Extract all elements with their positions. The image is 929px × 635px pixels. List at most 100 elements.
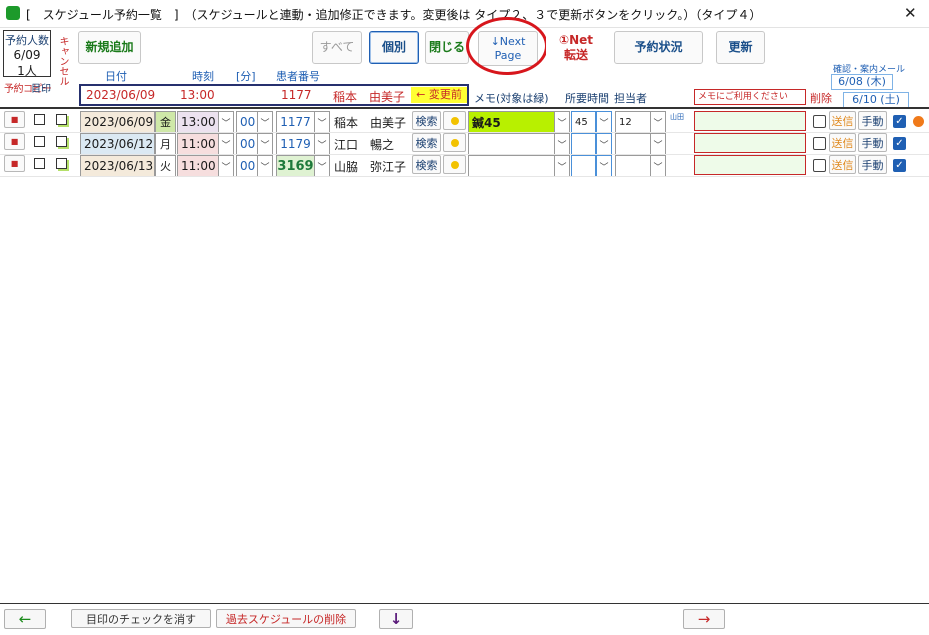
memo-input[interactable] (694, 111, 806, 131)
date-field[interactable]: 2023/06/12 (80, 133, 155, 155)
mark-checkbox[interactable] (34, 158, 45, 169)
manual-button[interactable]: 手動 (858, 155, 887, 174)
chevron-down-icon[interactable]: ﹀ (650, 155, 666, 177)
before-change-time: 13:00 (180, 88, 215, 102)
duration-select[interactable] (571, 155, 596, 177)
duration-select[interactable]: 45 (571, 111, 596, 133)
cancel-label: キャンセル (57, 36, 68, 86)
hour-select[interactable]: 13:00 (177, 111, 219, 133)
reservation-count-box: 予約人数 6/09 1人 (3, 30, 51, 78)
status-dot-button[interactable] (443, 133, 466, 152)
chevron-down-icon[interactable]: ﹀ (218, 133, 234, 155)
chevron-down-icon[interactable]: ﹀ (650, 133, 666, 155)
prev-page-button[interactable]: ← (4, 609, 46, 629)
chevron-down-icon[interactable]: ﹀ (218, 111, 234, 133)
next-page-arrow-button[interactable]: → (683, 609, 725, 629)
chevron-down-icon[interactable]: ﹀ (650, 111, 666, 133)
close-button[interactable]: 閉じる (425, 31, 469, 64)
memo-input[interactable] (694, 155, 806, 175)
cancel-checkbox[interactable] (56, 158, 67, 169)
weekday-cell: 火 (155, 155, 176, 177)
reservation-date: 6/09 (13, 48, 41, 62)
send-button[interactable]: 送信 (829, 111, 856, 130)
chevron-down-icon[interactable]: ﹀ (554, 111, 570, 133)
search-button[interactable]: 検索 (412, 133, 441, 152)
minute-select[interactable]: 00 (236, 111, 258, 133)
checked-checkbox[interactable]: ✓ (893, 115, 906, 128)
chevron-down-icon[interactable]: ﹀ (554, 133, 570, 155)
patient-number-select[interactable]: 3169 (276, 155, 315, 177)
staff-select[interactable]: 12 (615, 111, 651, 133)
chevron-down-icon[interactable]: ﹀ (257, 133, 273, 155)
manual-button[interactable]: 手動 (858, 133, 887, 152)
minute-select[interactable]: 00 (236, 133, 258, 155)
status-dot-button[interactable] (443, 111, 466, 130)
mark-checkbox[interactable] (34, 114, 45, 125)
memo-select[interactable] (468, 155, 555, 177)
staff-tag: 山田 (670, 113, 684, 121)
chevron-down-icon[interactable]: ﹀ (596, 133, 612, 155)
table-top-rule (0, 107, 929, 109)
status-dot-icon (450, 138, 459, 147)
show-all-button[interactable]: すべて (312, 31, 362, 64)
date-field[interactable]: 2023/06/13 (80, 155, 155, 177)
delete-checkbox[interactable] (813, 115, 826, 128)
cancel-checkbox[interactable] (56, 136, 67, 147)
reservation-count-label: 予約人数 (5, 34, 49, 47)
patient-number-select[interactable]: 1177 (276, 111, 315, 133)
before-change-name: 稲本 由美子 (333, 90, 406, 104)
clear-marks-button[interactable]: 目印のチェックを消す (71, 609, 211, 628)
memo-input[interactable] (694, 133, 806, 153)
staff-select[interactable] (615, 155, 651, 177)
delete-checkbox[interactable] (813, 137, 826, 150)
net-transfer-line2: 転送 (563, 47, 588, 62)
checked-checkbox[interactable]: ✓ (893, 159, 906, 172)
send-button[interactable]: 送信 (829, 155, 856, 174)
chevron-down-icon[interactable]: ﹀ (596, 155, 612, 177)
status-dot-button[interactable] (443, 155, 466, 174)
memo-select[interactable] (468, 133, 555, 155)
net-transfer-button[interactable]: ①Net 転送 (546, 31, 606, 64)
memo-select[interactable]: 鍼45 (468, 111, 555, 133)
chevron-down-icon[interactable]: ﹀ (218, 155, 234, 177)
hour-select[interactable]: 11:00 (177, 155, 219, 177)
header-staff: 担当者 (614, 92, 647, 105)
scroll-down-button[interactable]: ↓ (379, 609, 413, 629)
date-field[interactable]: 2023/06/09 (80, 111, 155, 133)
minute-select[interactable]: 00 (236, 155, 258, 177)
mail-date-1[interactable]: 6/08 (木) (831, 74, 893, 90)
hour-select[interactable]: 11:00 (177, 133, 219, 155)
chevron-down-icon[interactable]: ﹀ (314, 111, 330, 133)
send-button[interactable]: 送信 (829, 133, 856, 152)
chevron-down-icon[interactable]: ﹀ (596, 111, 612, 133)
orange-status-dot-icon (913, 116, 924, 127)
cancel-checkbox[interactable] (56, 114, 67, 125)
chevron-down-icon[interactable]: ﹀ (554, 155, 570, 177)
search-button[interactable]: 検索 (412, 155, 441, 174)
mark-checkbox[interactable] (34, 136, 45, 147)
copy-reservation-button[interactable]: ■ (4, 133, 25, 150)
search-button[interactable]: 検索 (412, 111, 441, 130)
close-icon[interactable]: ✕ (904, 4, 917, 22)
checked-checkbox[interactable]: ✓ (893, 137, 906, 150)
before-change-box: 2023/06/09 13:00 1177 稲本 由美子 ← 変更前 (79, 84, 469, 106)
chevron-down-icon[interactable]: ﹀ (257, 155, 273, 177)
copy-reservation-button[interactable]: ■ (4, 111, 25, 128)
staff-select[interactable] (615, 133, 651, 155)
duration-select[interactable] (571, 133, 596, 155)
new-reservation-button[interactable]: 新規追加 (78, 31, 141, 64)
manual-button[interactable]: 手動 (858, 111, 887, 130)
update-button[interactable]: 更新 (716, 31, 765, 64)
patient-number-select[interactable]: 1179 (276, 133, 315, 155)
chevron-down-icon[interactable]: ﹀ (257, 111, 273, 133)
delete-past-schedule-button[interactable]: 過去スケジュールの削除 (216, 609, 356, 628)
individual-button[interactable]: 個別 (369, 31, 419, 64)
mail-date-2[interactable]: 6/10 (土) (843, 92, 909, 108)
copy-reservation-button[interactable]: ■ (4, 155, 25, 172)
delete-checkbox[interactable] (813, 159, 826, 172)
highlight-circle (466, 17, 548, 75)
before-change-patient-no: 1177 (281, 88, 312, 102)
chevron-down-icon[interactable]: ﹀ (314, 155, 330, 177)
chevron-down-icon[interactable]: ﹀ (314, 133, 330, 155)
reservation-status-button[interactable]: 予約状況 (614, 31, 703, 64)
